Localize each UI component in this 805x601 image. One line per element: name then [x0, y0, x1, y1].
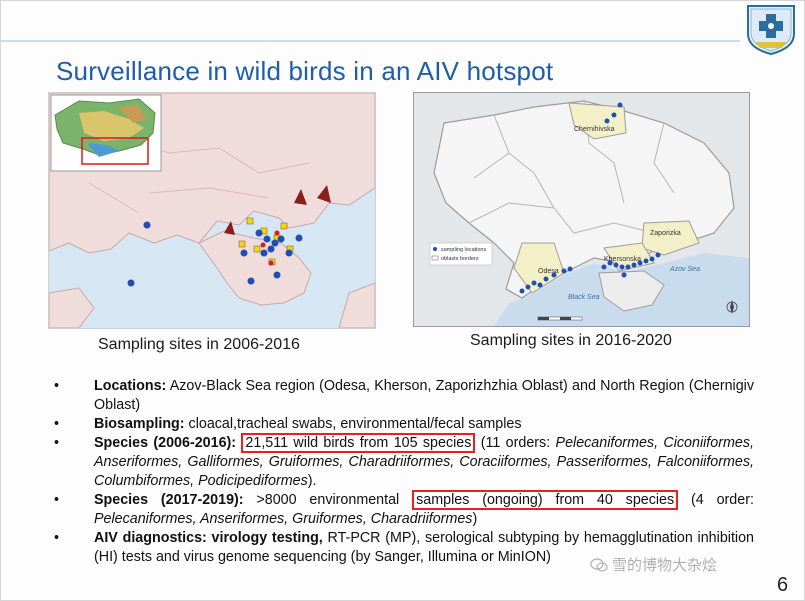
species-2006-orders-end: ).: [307, 473, 317, 489]
species-2017-orders-end: ): [472, 511, 478, 527]
scale-bar: [537, 316, 583, 321]
legend-sampling-marker: [433, 247, 437, 251]
bullet-species-2017: • Species (2017-2019): >8000 environment…: [54, 490, 754, 529]
title-rule: [0, 40, 740, 42]
species-2006-highlight: 21,511 wild birds from 105 species: [241, 433, 476, 453]
caption-2016-2020: Sampling sites in 2016-2020: [470, 332, 672, 349]
species-2017-orders-prefix: (4 order:: [691, 492, 754, 508]
map-2006-2016-graphic: [49, 93, 375, 328]
locations-label: Locations:: [94, 378, 167, 394]
legend-sampling-locations: sampling locations: [441, 247, 486, 253]
caption-2006-2016: Sampling sites in 2006-2016: [98, 336, 300, 353]
label-black-sea: Black Sea: [568, 294, 600, 301]
diagnostics-label: AIV diagnostics: virology testing,: [94, 530, 323, 546]
page-title: Surveillance in wild birds in an AIV hot…: [56, 56, 554, 86]
species-2006-label: Species (2006-2016):: [94, 435, 237, 451]
label-zaporizka: Zaporizka: [650, 230, 681, 237]
bullet-biosampling: • Biosampling: cloacal,tracheal swabs, e…: [54, 415, 754, 434]
species-2017-highlight: samples (ongoing) from 40 species: [412, 490, 679, 510]
bullet-dot: •: [54, 416, 60, 432]
bullet-dot: •: [54, 492, 60, 508]
wechat-icon: [590, 558, 608, 572]
locations-text: Azov-Black Sea region (Odesa, Kherson, Z…: [94, 378, 754, 413]
bullet-dot: •: [54, 530, 60, 546]
institute-logo: [747, 5, 795, 56]
legend-oblasts-borders: oblasts borders: [441, 256, 479, 262]
legend-border-swatch: [431, 255, 439, 261]
bullet-dot: •: [54, 378, 60, 394]
species-2017-orders: Pelecaniformes, Anseriformes, Gruiformes…: [94, 511, 473, 527]
species-2006-orders-prefix: (11 orders:: [480, 435, 551, 451]
bullet-list: • Locations: Azov-Black Sea region (Odes…: [54, 377, 754, 567]
page-number: 6: [777, 574, 789, 596]
bullet-locations: • Locations: Azov-Black Sea region (Odes…: [54, 377, 754, 415]
watermark: 雪的博物大杂烩: [590, 554, 717, 575]
slide: Surveillance in wild birds in an AIV hot…: [0, 0, 805, 601]
watermark-text: 雪的博物大杂烩: [612, 557, 718, 574]
label-odesa: Odesa: [538, 268, 559, 275]
map-2016-2020: Chernihivska Zaporizka Khersonska Odesa …: [413, 92, 750, 327]
bullet-dot: •: [54, 435, 60, 451]
species-2017-label: Species (2017-2019):: [94, 492, 244, 508]
label-khersonska: Khersonska: [604, 256, 641, 263]
biosampling-label: Biosampling:: [94, 416, 185, 432]
biosampling-text: cloacal,tracheal swabs, environmental/fe…: [188, 416, 522, 432]
map-2006-2016: [48, 92, 376, 329]
label-chernihiv: Chernihivska: [574, 126, 615, 133]
bullet-species-2006: • Species (2006-2016): 21,511 wild birds…: [54, 433, 754, 491]
label-azov-sea: Azov Sea: [669, 266, 700, 273]
map-2016-2020-graphic: Chernihivska Zaporizka Khersonska Odesa …: [414, 93, 749, 326]
species-2017-prefix: >8000 environmental: [256, 492, 400, 508]
